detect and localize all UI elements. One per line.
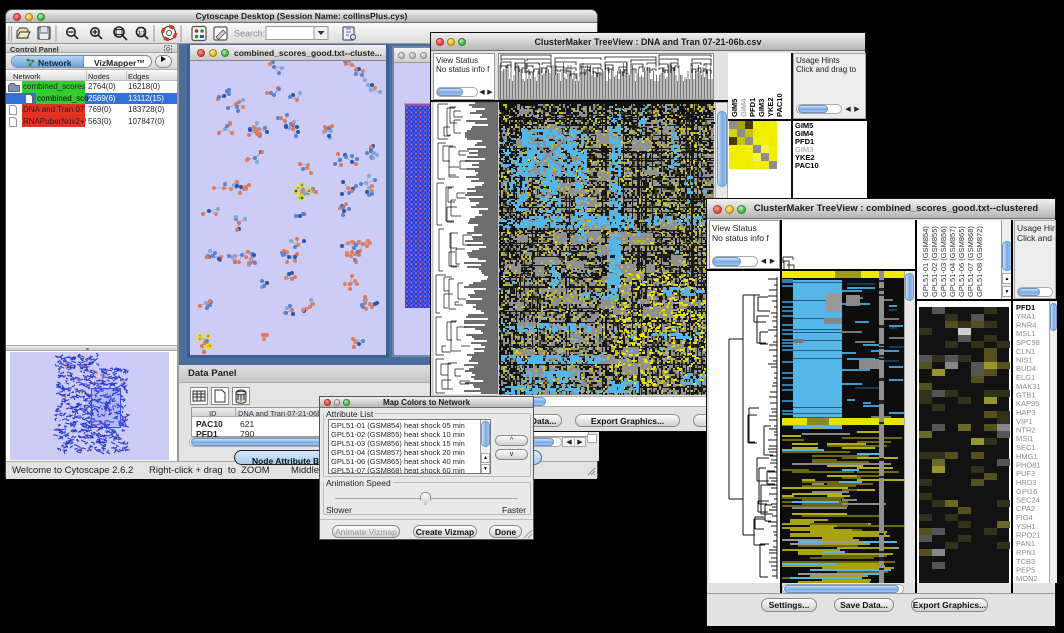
svg-text:GPL51-08 (GSM872): GPL51-08 (GSM872) [975, 226, 984, 297]
svg-text:GTB1: GTB1 [1016, 391, 1036, 400]
svg-text:MSI1: MSI1 [1016, 434, 1034, 443]
svg-text:RNR4: RNR4 [1016, 321, 1036, 330]
svg-text:SPC98: SPC98 [1016, 338, 1040, 347]
svg-text:CPA2: CPA2 [1016, 504, 1035, 513]
svg-text:PHO81: PHO81 [1016, 461, 1041, 470]
svg-text:MON2: MON2 [1016, 574, 1038, 583]
svg-text:ELG1: ELG1 [1016, 373, 1035, 382]
svg-text:GIM4: GIM4 [739, 98, 748, 117]
svg-text:PEP5: PEP5 [1016, 566, 1035, 575]
svg-text:PUF3: PUF3 [1016, 469, 1035, 478]
svg-text:FIG4: FIG4 [1016, 513, 1033, 522]
svg-text:YSH1: YSH1 [1016, 522, 1036, 531]
svg-text:NIS1: NIS1 [1016, 356, 1033, 365]
svg-text:PFD1: PFD1 [748, 98, 757, 117]
svg-text:Search:: Search: [234, 29, 265, 39]
svg-text:PAC10: PAC10 [795, 161, 819, 170]
svg-text:HRD3: HRD3 [1016, 478, 1036, 487]
svg-text:HAP3: HAP3 [1016, 408, 1036, 417]
svg-text:YKE2: YKE2 [766, 97, 775, 117]
svg-text:PAC10: PAC10 [775, 93, 784, 117]
svg-text:CLN1: CLN1 [1016, 347, 1035, 356]
svg-text:RPO21: RPO21 [1016, 531, 1041, 540]
svg-text:NTR2: NTR2 [1016, 426, 1036, 435]
svg-text:PFD1: PFD1 [1016, 303, 1035, 312]
svg-text:MAK31: MAK31 [1016, 382, 1041, 391]
svg-text:YRA1: YRA1 [1016, 312, 1036, 321]
svg-text:GIM5: GIM5 [730, 99, 739, 117]
svg-text:RPN1: RPN1 [1016, 548, 1036, 557]
svg-text:HMG1: HMG1 [1016, 452, 1038, 461]
svg-text:SEC24: SEC24 [1016, 496, 1040, 505]
svg-text:GPL51-04 (GSM857): GPL51-04 (GSM857) [948, 226, 957, 297]
svg-text:GIM3: GIM3 [757, 99, 766, 117]
svg-text:1:1: 1:1 [138, 31, 145, 37]
svg-text:GPL51-01 (GSM854): GPL51-01 (GSM854) [921, 226, 930, 297]
svg-text:VIP1: VIP1 [1016, 417, 1032, 426]
svg-text:GPL51-02 (GSM855): GPL51-02 (GSM855) [930, 226, 939, 297]
svg-text:KAP95: KAP95 [1016, 399, 1039, 408]
svg-text:SEC1: SEC1 [1016, 443, 1036, 452]
svg-text:GPL51-07 (GSM868): GPL51-07 (GSM868) [966, 226, 975, 297]
svg-text:TCB3: TCB3 [1016, 557, 1035, 566]
svg-text:BUD4: BUD4 [1016, 364, 1036, 373]
svg-text:GPL51-03 (GSM856): GPL51-03 (GSM856) [939, 226, 948, 297]
svg-text:MSL1: MSL1 [1016, 329, 1036, 338]
svg-text:GPI16: GPI16 [1016, 487, 1037, 496]
svg-text:PAN1: PAN1 [1016, 539, 1035, 548]
svg-text:GPL51-06 (GSM865): GPL51-06 (GSM865) [957, 226, 966, 297]
